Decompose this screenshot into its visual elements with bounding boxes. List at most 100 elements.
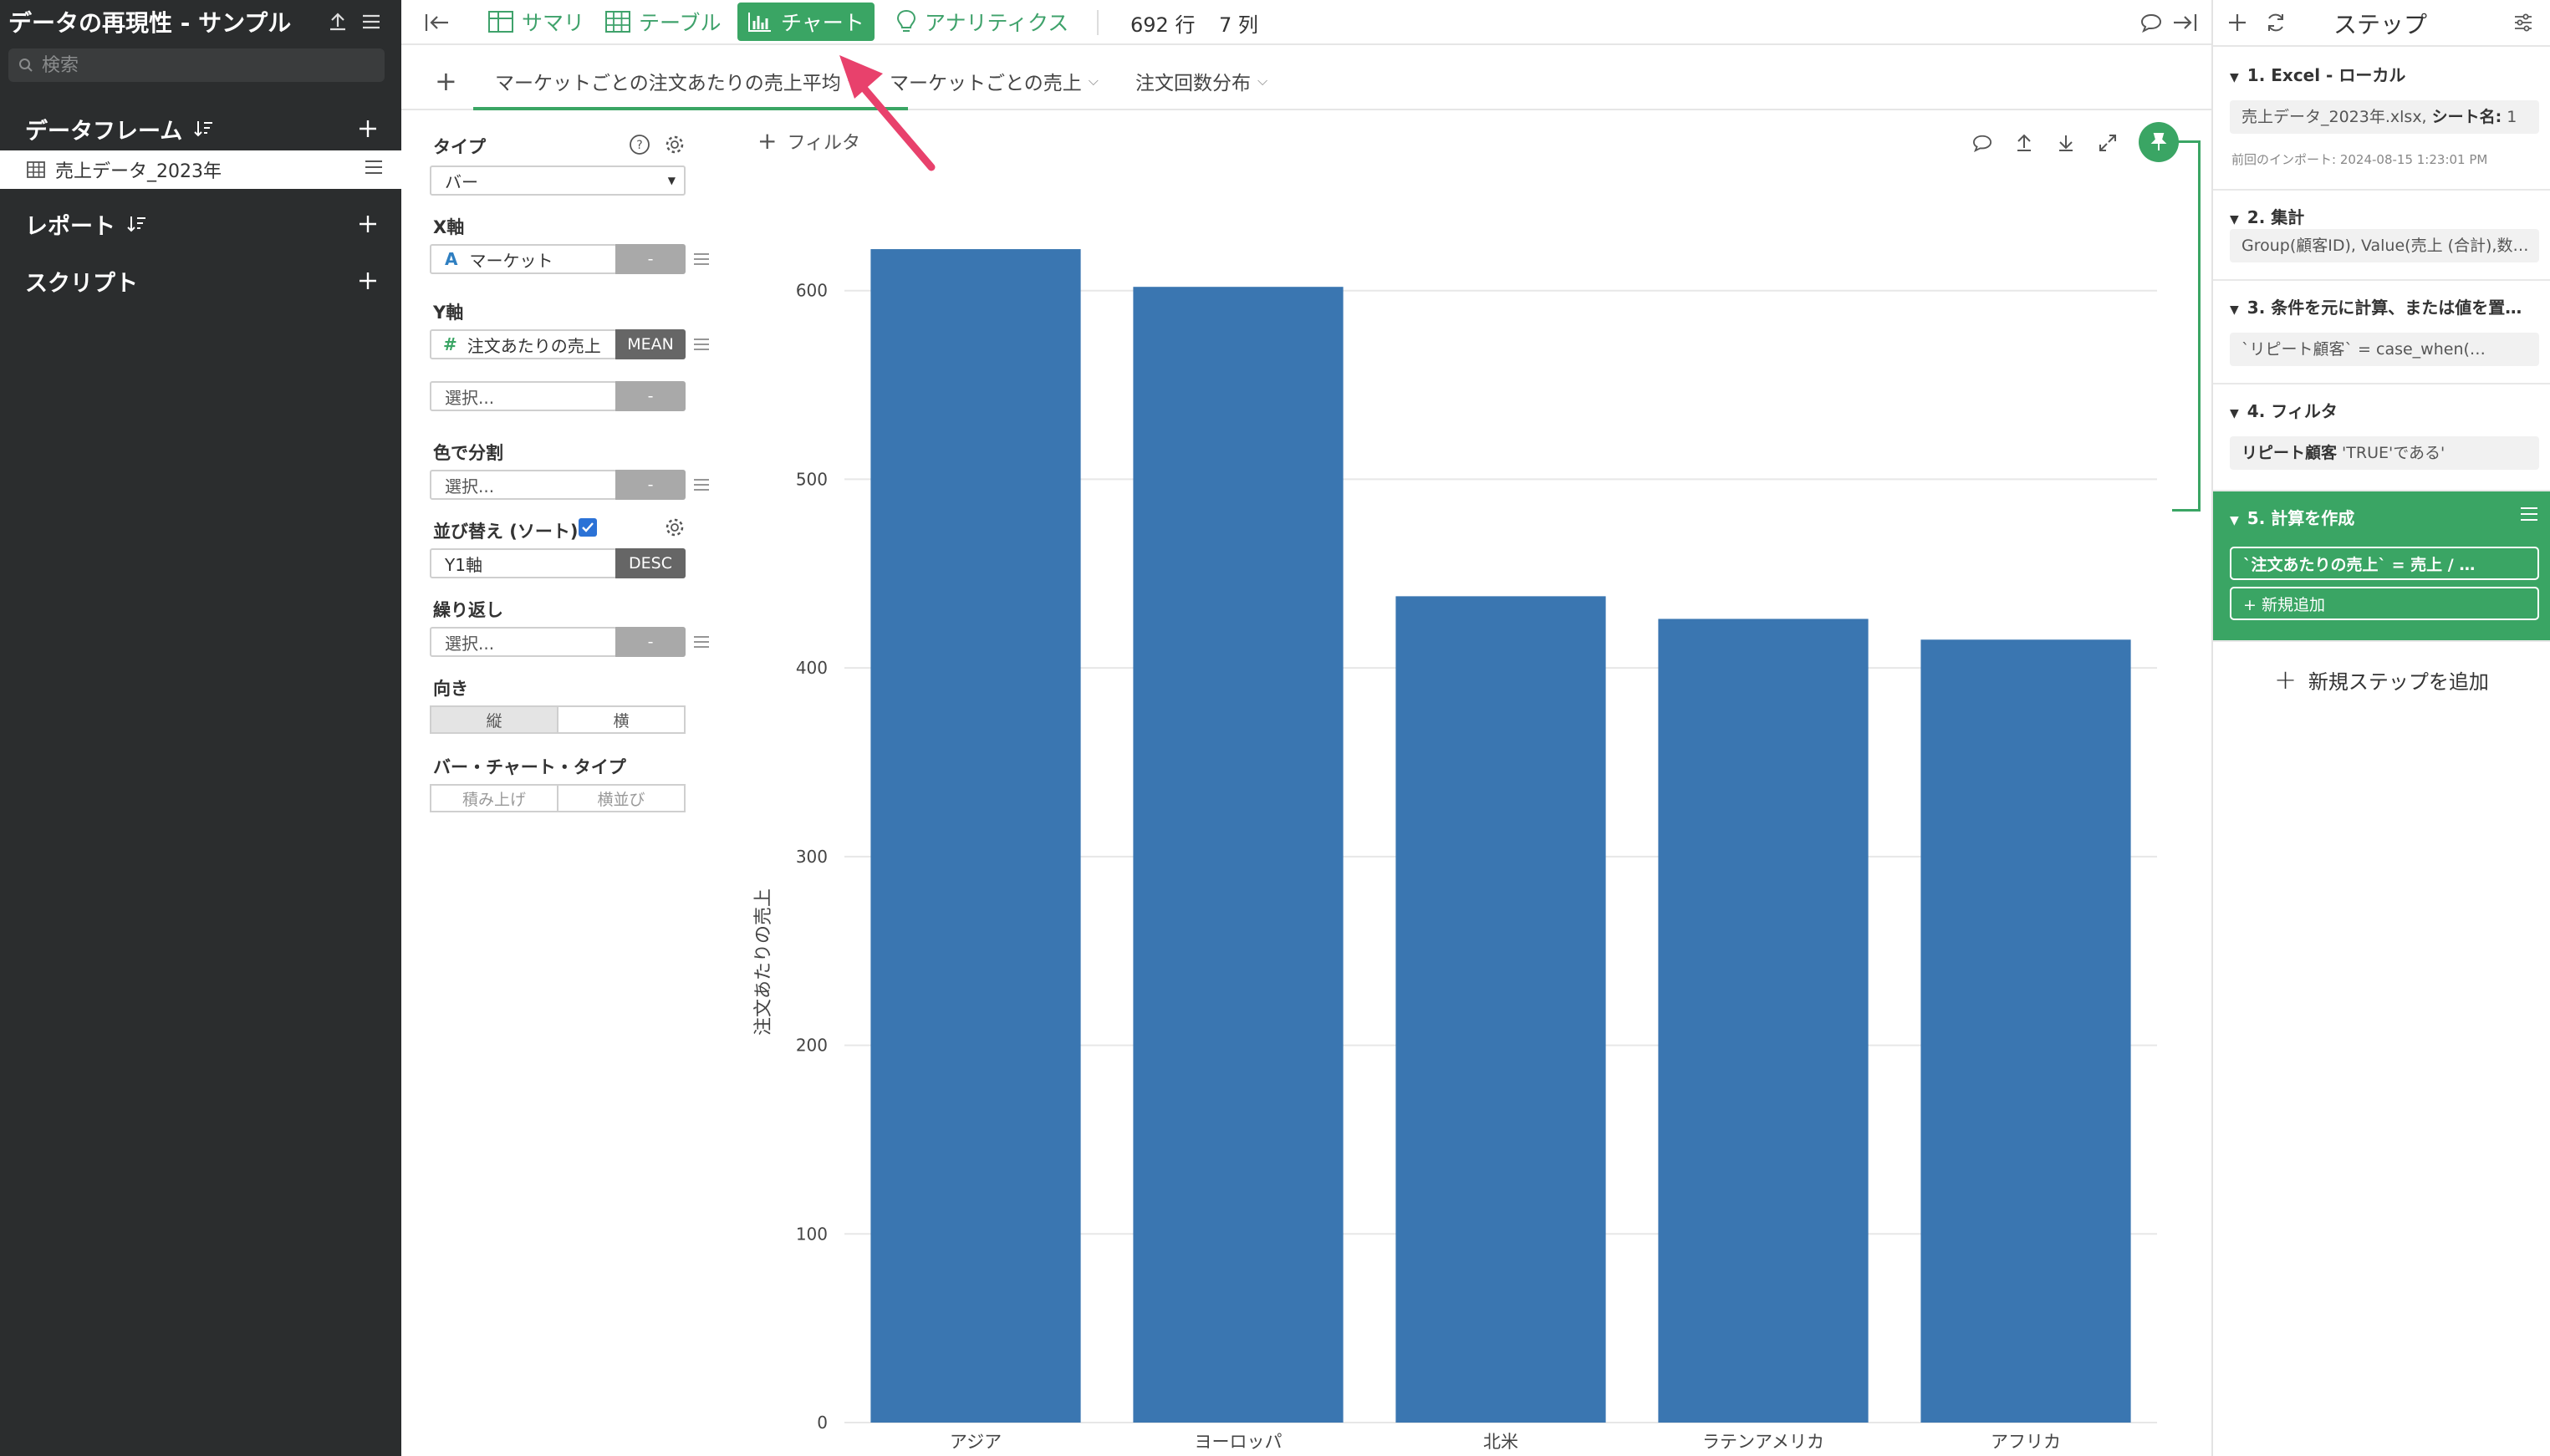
hamburger-menu-icon[interactable] [356, 7, 386, 37]
collapse-left-icon[interactable] [421, 7, 453, 38]
help-icon[interactable]: ? [629, 134, 650, 159]
bar-type-side-by-side[interactable]: 横並び [557, 784, 686, 812]
chevron-down-icon: ⌵ [1257, 73, 1268, 89]
add-new-calculation-button[interactable]: + 新規追加 [2230, 587, 2539, 620]
bar[interactable] [870, 249, 1081, 1423]
bar[interactable] [1133, 287, 1344, 1423]
step-title: 3. 条件を元に計算、または値を置… [2247, 298, 2522, 318]
bar[interactable] [1395, 596, 1606, 1423]
y-axis-aggregation[interactable]: MEAN [615, 329, 686, 359]
y2-axis-field[interactable]: 選択... [430, 381, 617, 411]
collapse-right-icon[interactable] [2169, 7, 2201, 38]
chevron-down-icon: ⌵ [1088, 73, 1099, 89]
sort-gear-icon[interactable] [664, 517, 686, 542]
main-toolbar: サマリ テーブル チャート アナリティクス 692 行 7 列 [401, 0, 2211, 45]
y-axis-title: 注文あたりの売上 [753, 888, 774, 1036]
y-axis-menu-icon[interactable] [692, 337, 711, 352]
bar[interactable] [1920, 639, 2131, 1423]
y-tick-label: 400 [796, 658, 828, 678]
step-detail[interactable]: `注文あたりの売上` = 売上 / … [2230, 547, 2539, 580]
dataframe-name: 売上データ_2023年 [55, 161, 222, 182]
color-split-menu-icon[interactable] [692, 477, 711, 492]
table-icon [27, 161, 45, 178]
sort-direction[interactable]: DESC [615, 548, 686, 578]
sidebar-item-dataframe[interactable]: 売上データ_2023年 [0, 150, 401, 189]
x-tick-label: 北米 [1483, 1432, 1518, 1452]
step-detail[interactable]: Group(顧客ID), Value(売上 (合計),数… [2230, 229, 2539, 262]
x-tick-label: ラテンアメリカ [1702, 1432, 1824, 1452]
toolbar-divider [1097, 10, 1099, 35]
refresh-icon[interactable] [2260, 7, 2292, 38]
step-2[interactable]: ▼ 2. 集計 Group(顧客ID), Value(売上 (合計),数… [2213, 191, 2550, 281]
step-4[interactable]: ▼ 4. フィルタ リピート顧客 'TRUE'である' [2213, 384, 2550, 491]
analytics-view-button[interactable]: アナリティクス [886, 3, 1079, 41]
tab-chart-3[interactable]: 注文回数分布 ⌵ [1135, 62, 1267, 100]
sidebar-search[interactable] [8, 48, 385, 82]
sidebar: データの再現性 - サンプル データフレーム 売上データ_2023年 レポート [0, 0, 401, 1456]
bar[interactable] [1658, 619, 1869, 1423]
step-3[interactable]: ▼ 3. 条件を元に計算、または値を置… `リピート顧客` = case_when… [2213, 281, 2550, 384]
x-axis-menu-icon[interactable] [692, 252, 711, 267]
sort-icon[interactable] [127, 215, 147, 233]
bar-chart-type-label: バー・チャート・タイプ [433, 757, 626, 777]
summary-icon [488, 11, 513, 33]
add-step-button[interactable]: + 新規ステップを追加 [2213, 660, 2550, 699]
add-dataframe-button[interactable] [353, 114, 383, 144]
repeat-aggregation[interactable]: - [615, 627, 686, 657]
step-title: 1. Excel - ローカル [2247, 65, 2406, 85]
chart-view-button[interactable]: チャート [737, 3, 875, 41]
tab-chart-1[interactable]: マーケットごとの注文あたりの売上平均⌵ [495, 62, 858, 100]
step-title: 2. 集計 [2247, 207, 2305, 227]
color-split-aggregation[interactable]: - [615, 470, 686, 500]
sidebar-section-reports[interactable]: レポート [0, 201, 401, 247]
step-detail[interactable]: `リピート顧客` = case_when(… [2230, 333, 2539, 366]
orientation-vertical[interactable]: 縦 [430, 705, 558, 734]
y-tick-label: 300 [796, 847, 828, 867]
summary-view-button[interactable]: サマリ [478, 3, 594, 41]
search-icon [19, 59, 33, 72]
step-1[interactable]: ▼ 1. Excel - ローカル 売上データ_2023年.xlsx, シート名:… [2213, 48, 2550, 191]
step-detail[interactable]: リピート顧客 'TRUE'である' [2230, 436, 2539, 470]
table-view-button[interactable]: テーブル [595, 3, 732, 41]
gear-icon[interactable] [664, 134, 686, 159]
search-input[interactable] [42, 54, 376, 76]
step-menu-icon[interactable] [2520, 507, 2538, 525]
annotation-arrow [839, 55, 936, 171]
add-script-button[interactable] [353, 266, 383, 296]
step-detail[interactable]: 売上データ_2023年.xlsx, シート名: 1 [2230, 100, 2539, 134]
number-type-icon: # [443, 334, 457, 354]
sort-field[interactable]: Y1軸 [430, 548, 617, 578]
sort-icon[interactable] [194, 120, 214, 138]
sort-checkbox[interactable] [579, 518, 597, 537]
project-title: データの再現性 - サンプル [8, 9, 292, 37]
settings-sliders-icon[interactable] [2507, 7, 2539, 38]
svg-text:?: ? [636, 139, 642, 152]
comment-icon[interactable] [2135, 7, 2167, 38]
bar-chart: 0 100 200 300 400 500 600 アジア ヨーロッパ 北米 ラテンアメリカ アフリ… [753, 249, 2157, 1452]
y2-axis-aggregation[interactable]: - [615, 381, 686, 411]
add-icon[interactable] [2221, 7, 2253, 38]
repeat-menu-icon[interactable] [692, 634, 711, 649]
sidebar-section-scripts[interactable]: スクリプト [0, 257, 401, 304]
add-chart-tab-button[interactable]: + [435, 62, 457, 100]
y-axis-field[interactable]: # 注文あたりの売上 [430, 329, 617, 359]
x-axis-field[interactable]: A マーケット [430, 244, 617, 274]
upload-icon[interactable] [323, 7, 353, 37]
y-tick-label: 100 [796, 1224, 828, 1244]
orientation-horizontal[interactable]: 横 [557, 705, 686, 734]
color-split-field[interactable]: 選択... [430, 470, 617, 500]
sidebar-section-dataframes[interactable]: データフレーム [0, 105, 401, 152]
add-report-button[interactable] [353, 209, 383, 239]
section-label: レポート [25, 213, 115, 240]
x-tick-label: アジア [950, 1432, 1002, 1452]
bar-type-stacked[interactable]: 積み上げ [430, 784, 558, 812]
dataframe-menu-icon[interactable] [365, 159, 383, 181]
y-tick-label: 0 [817, 1413, 828, 1433]
step-5-active[interactable]: ▼ 5. 計算を作成 `注文あたりの売上` = 売上 / … + 新規追加 [2213, 491, 2550, 642]
repeat-field[interactable]: 選択... [430, 627, 617, 657]
y-axis-label: Y軸 [433, 303, 464, 323]
step-import-time: 前回のインポート: 2024-08-15 1:23:01 PM [2231, 152, 2488, 167]
chart-type-select[interactable]: バー ▼ [430, 165, 686, 196]
chart-tabs: + マーケットごとの注文あたりの売上平均⌵ マーケットごとの売上⌵ 注文回数分布… [401, 47, 2211, 110]
x-axis-aggregation[interactable]: - [615, 244, 686, 274]
